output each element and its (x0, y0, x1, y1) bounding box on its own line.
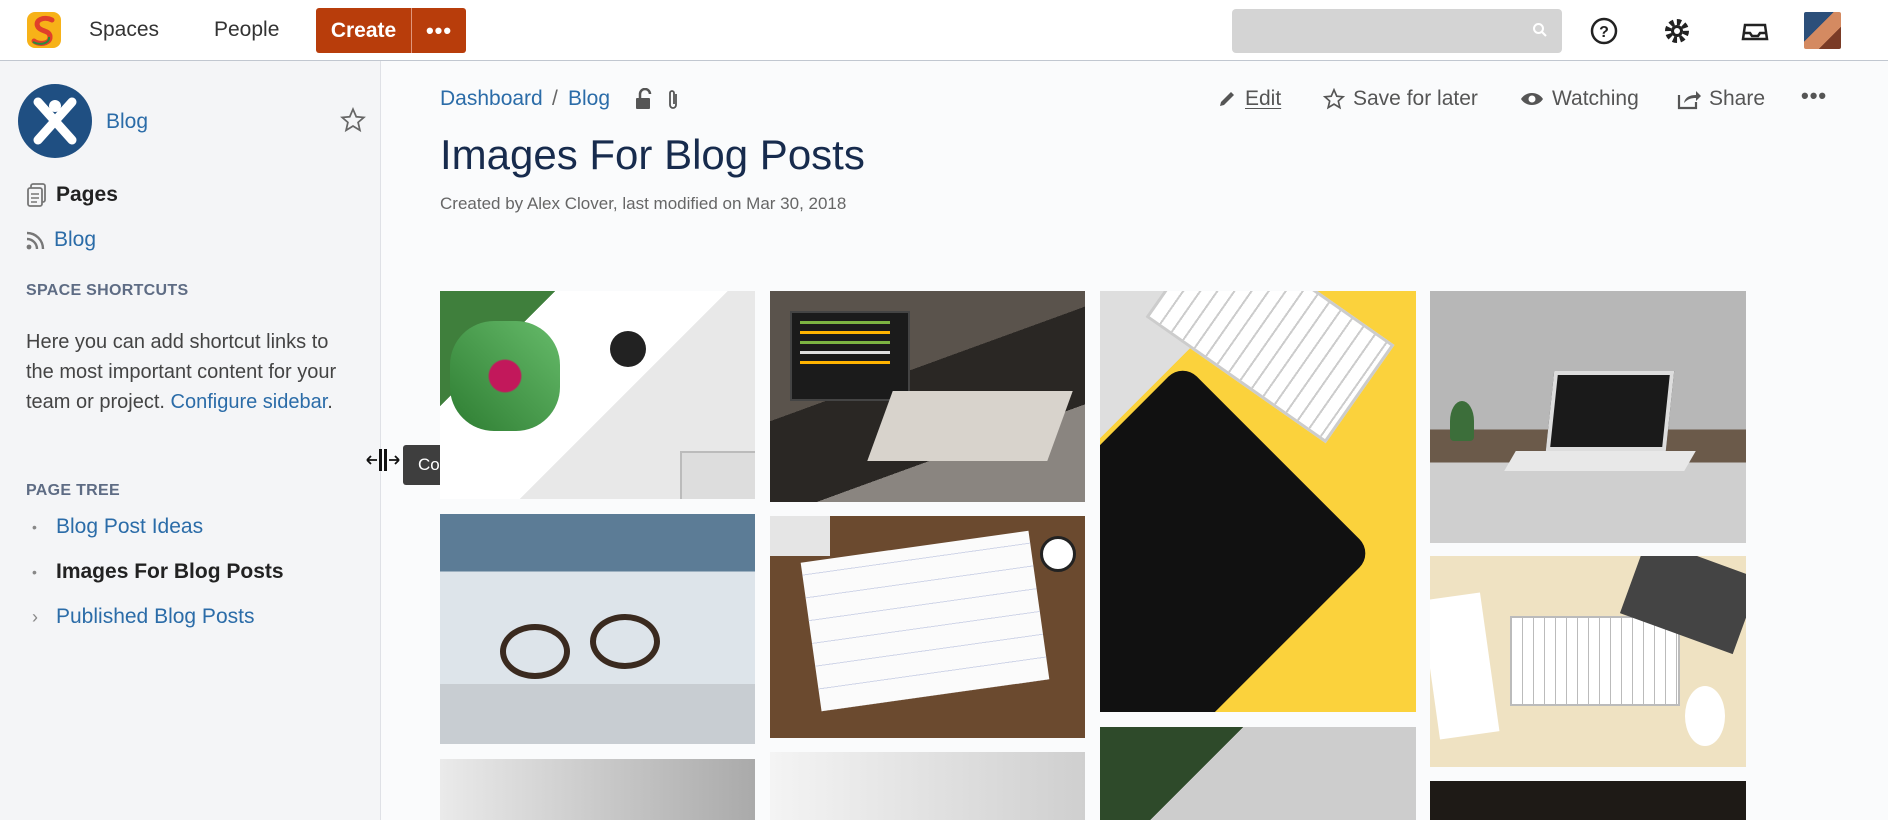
space-name-link[interactable]: Blog (106, 110, 148, 134)
space-logo-icon (33, 97, 77, 145)
create-button-group: Create ••• (316, 8, 466, 53)
sidebar-item-pages[interactable]: Pages (26, 183, 118, 207)
breadcrumb-separator: / (552, 87, 558, 110)
svg-text:?: ? (1599, 24, 1609, 41)
gallery-image-dark[interactable] (1430, 781, 1746, 820)
page-title: Images For Blog Posts (440, 131, 865, 178)
space-logo[interactable] (18, 84, 92, 158)
help-icon: ? (1590, 17, 1618, 45)
watching-button[interactable]: Watching (1520, 87, 1639, 111)
breadcrumb-blog[interactable]: Blog (568, 87, 610, 111)
eye-icon (1521, 93, 1543, 105)
gallery-image-glasses[interactable] (440, 514, 755, 744)
main-content: Dashboard / Blog Edit Save for later Wat… (381, 61, 1888, 820)
page-tree-heading: PAGE TREE (26, 482, 120, 499)
sidebar-item-label: Blog (54, 228, 97, 251)
tree-item-images-for-blog-posts[interactable]: • Images For Blog Posts (32, 560, 284, 584)
shortcuts-description: Here you can add shortcut links to the m… (26, 331, 337, 413)
tree-expand-icon[interactable]: › (32, 607, 56, 628)
notifications-button[interactable] (1737, 13, 1773, 49)
pencil-icon (1220, 92, 1234, 106)
edit-button[interactable]: Edit (1217, 87, 1281, 111)
sidebar: Blog Pages Blog SPACE SHORTCUTS Here you… (0, 61, 381, 820)
tree-item-label: Images For Blog Posts (56, 560, 284, 583)
tree-item-label: Published Blog Posts (56, 605, 255, 628)
gallery-image-white-desk[interactable] (770, 752, 1085, 820)
search-input[interactable] (1232, 9, 1562, 53)
share-label: Share (1709, 87, 1766, 110)
app-logo-icon[interactable] (24, 10, 64, 50)
pages-icon (27, 183, 46, 207)
sidebar-item-label: Pages (56, 183, 118, 206)
share-icon (1677, 91, 1701, 110)
rss-icon (26, 231, 45, 250)
top-nav-bar: Spaces People Create ••• ? (0, 0, 1888, 61)
create-button[interactable]: Create (316, 8, 412, 53)
gear-icon (1665, 19, 1689, 43)
settings-button[interactable] (1659, 13, 1695, 49)
tree-bullet: • (32, 519, 37, 535)
more-actions-button[interactable]: ••• (1801, 83, 1827, 109)
watching-label: Watching (1552, 87, 1639, 110)
gallery-image-keyboard-beige[interactable] (1430, 556, 1746, 767)
tree-bullet: • (32, 564, 37, 580)
page-metadata: Created by Alex Clover, last modified on… (440, 194, 847, 213)
tree-item-published-blog-posts[interactable]: › Published Blog Posts (32, 605, 254, 629)
user-avatar[interactable] (1804, 12, 1841, 49)
nav-people[interactable]: People (214, 18, 279, 42)
star-icon (1323, 88, 1345, 110)
gallery-image-flowchart[interactable] (770, 516, 1085, 738)
attachment-icon[interactable] (666, 88, 680, 112)
gallery-image-tulips-desk[interactable] (440, 291, 755, 499)
gallery-image-desk-top[interactable] (440, 759, 755, 820)
save-for-later-label: Save for later (1353, 87, 1478, 110)
sidebar-item-blog[interactable]: Blog (26, 228, 96, 252)
breadcrumb-dashboard[interactable]: Dashboard (440, 87, 543, 111)
help-button[interactable]: ? (1586, 13, 1622, 49)
inbox-icon (1741, 23, 1769, 41)
lock-icon[interactable] (634, 88, 654, 110)
gallery-image-plant-notebook[interactable] (1100, 727, 1416, 820)
nav-spaces[interactable]: Spaces (89, 18, 159, 42)
search-icon (1533, 23, 1547, 37)
space-shortcuts-heading: SPACE SHORTCUTS (26, 282, 189, 299)
gallery-image-keyboard-yellow[interactable] (1100, 291, 1416, 712)
gallery-image-laptop-desk[interactable] (1430, 291, 1746, 543)
tree-item-blog-post-ideas[interactable]: • Blog Post Ideas (32, 515, 203, 539)
tree-item-label: Blog Post Ideas (56, 515, 204, 538)
star-icon[interactable] (340, 107, 366, 133)
save-for-later-button[interactable]: Save for later (1323, 87, 1478, 111)
gallery-image-laptop-code[interactable] (770, 291, 1085, 502)
share-button[interactable]: Share (1677, 87, 1765, 111)
configure-sidebar-link[interactable]: Configure sidebar (171, 391, 328, 413)
create-more-button[interactable]: ••• (412, 8, 466, 53)
edit-label: Edit (1245, 87, 1282, 110)
